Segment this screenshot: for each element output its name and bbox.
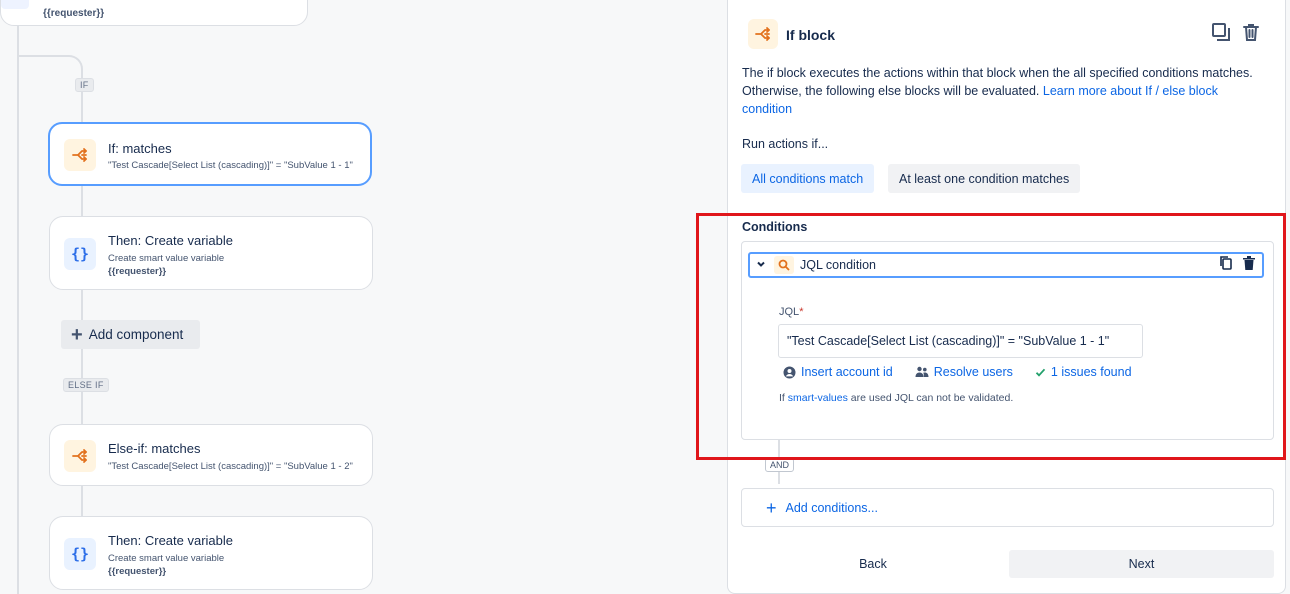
braces-icon: {} [64,238,96,270]
duplicate-icon[interactable] [1211,22,1231,47]
create-variable-card[interactable]: {} Then: Create variable Create smart va… [49,516,373,590]
search-icon [774,256,794,274]
next-button[interactable]: Next [1009,550,1274,578]
add-component-label: Add component [88,327,184,342]
back-button[interactable]: Back [741,550,1005,578]
condition-container: JQL condition JQL* "Test Cascade[Select … [741,241,1274,440]
card-title: If: matches [108,141,172,156]
validation-hint: If smart-values are used JQL can not be … [779,392,1014,404]
card-title: Then: Create variable [108,233,234,248]
component-icon [1,0,29,9]
at-least-one-condition-option[interactable]: At least one condition matches [888,164,1081,193]
branch-icon [748,19,778,49]
issues-found-link[interactable]: 1 issues found [1035,365,1132,379]
smart-values-link[interactable]: smart-values [788,392,848,404]
plus-icon: + [766,497,777,518]
users-icon [915,366,929,377]
and-label: AND [765,458,795,472]
card-title: Else-if: matches [108,441,201,456]
connector-curve [17,55,83,73]
jql-tools: Insert account id Resolve users 1 issues… [783,365,1154,379]
add-conditions-button[interactable]: + Add conditions... [741,488,1274,527]
connector-line [17,24,19,594]
if-block-config-panel: If block The if block executes the actio… [727,0,1286,594]
else-if-branch-label: ELSE IF [63,378,109,392]
create-variable-card[interactable]: {} Then: Create variable Create smart va… [49,216,373,290]
branch-icon [64,440,96,472]
panel-actions [1211,22,1261,47]
run-actions-label: Run actions if... [742,137,829,151]
panel-title: If block [786,27,836,43]
add-component-button[interactable]: + Add component [61,320,200,349]
plus-icon: + [71,323,83,346]
card-subtitle: Create smart value variable [108,553,225,564]
chevron-down-icon[interactable] [756,259,766,272]
condition-title: JQL condition [800,258,876,272]
jql-input[interactable]: "Test Cascade[Select List (cascading)]" … [778,324,1143,358]
card-subtitle: Create smart value variable [108,253,225,264]
card-title: Then: Create variable [108,533,234,548]
jql-field-label: JQL* [779,306,804,318]
card-detail: {{requester}} [108,566,167,577]
resolve-users-button[interactable]: Resolve users [915,365,1013,379]
previous-component-card[interactable]: {{requester}} [0,0,308,26]
card-detail: {{requester}} [108,266,167,277]
copy-icon[interactable] [1218,255,1234,276]
if-branch-label: IF [75,78,94,92]
conditions-label: Conditions [742,220,808,234]
user-circle-icon [783,366,796,378]
connector-line [81,486,83,516]
trash-icon[interactable] [1241,22,1261,47]
card-subtitle: "Test Cascade[Select List (cascading)]" … [108,461,353,472]
connector-line [81,186,83,216]
trash-icon[interactable] [1242,255,1256,276]
all-conditions-match-option[interactable]: All conditions match [741,164,875,193]
connector-line [81,290,83,320]
branch-icon [64,139,96,171]
card-subtitle: "Test Cascade[Select List (cascading)]" … [108,160,353,171]
check-icon [1035,368,1046,377]
panel-description: The if block executes the actions within… [742,66,1253,116]
else-if-matches-card[interactable]: Else-if: matches "Test Cascade[Select Li… [49,424,373,486]
insert-account-id-button[interactable]: Insert account id [783,365,893,379]
jql-condition-header[interactable]: JQL condition [748,252,1264,278]
condition-actions [1218,255,1256,276]
if-matches-card[interactable]: If: matches "Test Cascade[Select List (c… [48,122,372,186]
component-detail: {{requester}} [43,8,105,19]
braces-icon: {} [64,538,96,570]
